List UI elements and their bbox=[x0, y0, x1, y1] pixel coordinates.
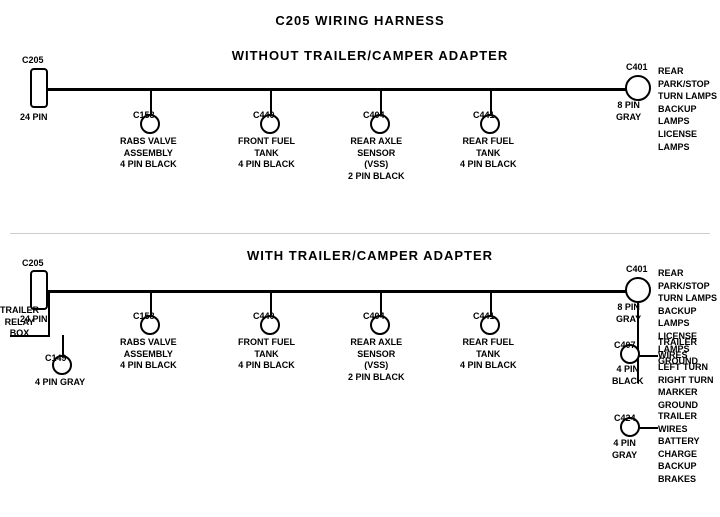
top-c401-id: C401 bbox=[626, 62, 648, 74]
top-c404-id: C404 bbox=[363, 110, 385, 122]
c149-id: C149 bbox=[45, 353, 67, 365]
c407-id: C407 bbox=[614, 340, 636, 352]
c424-pin: 4 PINGRAY bbox=[612, 438, 637, 461]
bottom-c158-label: RABS VALVEASSEMBLY4 PIN BLACK bbox=[120, 337, 177, 372]
top-c440-label: FRONT FUELTANK4 PIN BLACK bbox=[238, 136, 295, 171]
bottom-c441-id: C441 bbox=[473, 311, 495, 323]
top-c401-desc: REAR PARK/STOPTURN LAMPSBACKUP LAMPSLICE… bbox=[658, 65, 720, 153]
c149-vline bbox=[62, 335, 64, 355]
top-c205-pin: 24 PIN bbox=[20, 112, 48, 124]
top-section-label: WITHOUT TRAILER/CAMPER ADAPTER bbox=[90, 48, 650, 63]
top-main-line bbox=[48, 88, 638, 91]
c407-desc: TRAILER WIRESLEFT TURNRIGHT TURNMARKERGR… bbox=[658, 336, 720, 412]
c407-pin: 4 PINBLACK bbox=[612, 364, 644, 387]
top-c404-label: REAR AXLESENSOR(VSS)2 PIN BLACK bbox=[348, 136, 405, 183]
bottom-c401-id: C401 bbox=[626, 264, 648, 276]
page-title: C205 WIRING HARNESS bbox=[0, 5, 720, 28]
top-c401-pin: 8 PINGRAY bbox=[616, 100, 641, 123]
c424-id: C424 bbox=[614, 413, 636, 425]
top-c440-id: C440 bbox=[253, 110, 275, 122]
bottom-c440-id: C440 bbox=[253, 311, 275, 323]
top-c401-connector bbox=[625, 75, 651, 101]
top-c205-connector bbox=[30, 68, 48, 108]
bottom-main-line bbox=[48, 290, 638, 293]
bottom-c205-id: C205 bbox=[22, 258, 44, 270]
top-c441-label: REAR FUELTANK4 PIN BLACK bbox=[460, 136, 517, 171]
divider bbox=[10, 233, 710, 234]
c149-label: 4 PIN GRAY bbox=[35, 377, 85, 389]
c424-desc: TRAILER WIRESBATTERY CHARGEBACKUPBRAKES bbox=[658, 410, 720, 486]
bottom-c440-label: FRONT FUELTANK4 PIN BLACK bbox=[238, 337, 295, 372]
diagram-container: C205 WIRING HARNESS WITHOUT TRAILER/CAMP… bbox=[0, 0, 720, 500]
top-c205-id: C205 bbox=[22, 55, 44, 67]
bottom-c404-label: REAR AXLESENSOR(VSS)2 PIN BLACK bbox=[348, 337, 405, 384]
bottom-c404-id: C404 bbox=[363, 311, 385, 323]
trailer-relay-label: TRAILERRELAYBOX bbox=[0, 305, 39, 340]
bottom-c158-id: C158 bbox=[133, 311, 155, 323]
bottom-c441-label: REAR FUELTANK4 PIN BLACK bbox=[460, 337, 517, 372]
bottom-section-label: WITH TRAILER/CAMPER ADAPTER bbox=[90, 248, 650, 263]
c407-hline bbox=[638, 355, 658, 357]
c424-hline bbox=[638, 427, 658, 429]
top-c441-id: C441 bbox=[473, 110, 495, 122]
trailer-relay-vline bbox=[48, 290, 50, 335]
top-c158-label: RABS VALVEASSEMBLY4 PIN BLACK bbox=[120, 136, 177, 171]
top-c158-id: C158 bbox=[133, 110, 155, 122]
bottom-c401-connector bbox=[625, 277, 651, 303]
bottom-c205-connector bbox=[30, 270, 48, 310]
